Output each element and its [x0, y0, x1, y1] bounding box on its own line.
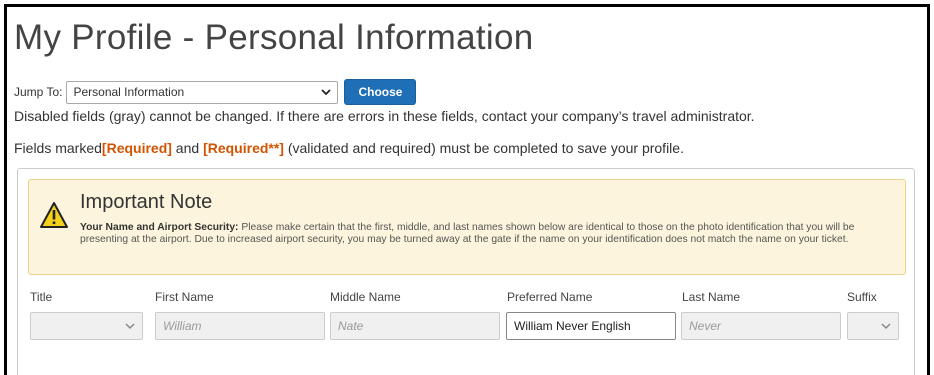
alert-body: Your Name and Airport Security: Please m…	[80, 222, 900, 246]
jump-to-selected-value: Personal Information	[73, 85, 185, 99]
warning-icon	[40, 202, 68, 228]
title-label: Title	[30, 290, 53, 304]
chevron-down-icon	[321, 89, 332, 96]
last-name-label: Last Name	[682, 290, 741, 304]
first-name-field[interactable]: William	[155, 312, 325, 340]
alert-title: Important Note	[80, 191, 213, 213]
jump-to-label: Jump To:	[14, 85, 63, 99]
suffix-label: Suffix	[847, 290, 877, 304]
page-title: My Profile - Personal Information	[14, 18, 534, 57]
jump-to-row: Jump To: Personal Information Choose	[14, 79, 417, 105]
required-note-suffix: (validated and required) must be complet…	[283, 140, 684, 156]
chevron-down-icon	[881, 323, 891, 330]
required-validated-tag: [Required**]	[203, 140, 284, 156]
required-note-and: and	[171, 140, 204, 156]
preferred-name-field[interactable]: William Never English	[506, 312, 676, 340]
first-name-label: First Name	[155, 290, 214, 304]
last-name-field[interactable]: Never	[681, 312, 841, 340]
chevron-down-icon	[125, 323, 135, 330]
choose-button[interactable]: Choose	[344, 79, 417, 105]
important-note-alert: Important Note Your Name and Airport Sec…	[28, 179, 906, 275]
disabled-fields-note: Disabled fields (gray) cannot be changed…	[14, 108, 755, 124]
alert-body-bold: Your Name and Airport Security:	[80, 222, 239, 233]
required-tag: [Required]	[101, 140, 172, 156]
title-select[interactable]	[30, 312, 143, 340]
required-note-prefix: Fields marked	[14, 140, 102, 156]
suffix-select[interactable]	[847, 312, 899, 340]
preferred-name-label: Preferred Name	[507, 290, 593, 304]
jump-to-select[interactable]: Personal Information	[66, 80, 339, 104]
required-fields-note: Fields marked[Required] and [Required**]…	[14, 140, 684, 156]
middle-name-label: Middle Name	[330, 290, 401, 304]
personal-info-panel: Important Note Your Name and Airport Sec…	[17, 168, 915, 375]
middle-name-field[interactable]: Nate	[330, 312, 500, 340]
